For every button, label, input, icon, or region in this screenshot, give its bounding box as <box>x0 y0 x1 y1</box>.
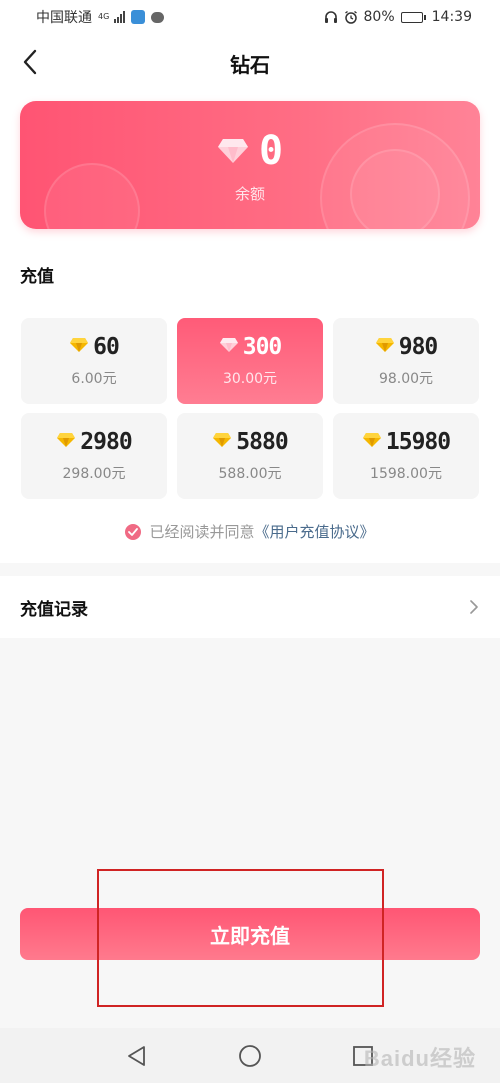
agreement-text: 已经阅读并同意 <box>149 523 255 541</box>
agreement-row: 已经阅读并同意 《用户充值协议》 <box>0 521 500 542</box>
package-amount: 300 <box>242 334 283 360</box>
header: 钻石 <box>0 36 500 88</box>
alarm-icon <box>344 10 357 24</box>
package-price: 98.00元 <box>378 371 434 387</box>
page-title: 钻石 <box>230 53 270 77</box>
chevron-right-icon <box>470 600 478 614</box>
balance-row: 0 <box>20 127 480 175</box>
package-price: 30.00元 <box>222 371 278 387</box>
pink-diamond-icon <box>219 337 239 357</box>
app-notification-icon <box>131 10 145 24</box>
package-amount: 980 <box>398 334 439 360</box>
check-icon <box>128 527 139 536</box>
gold-diamond-icon <box>362 432 382 452</box>
package-option[interactable]: 980 98.00元 <box>333 318 479 404</box>
signal-icon <box>114 11 125 23</box>
package-option[interactable]: 5880 588.00元 <box>177 413 323 499</box>
package-option[interactable]: 15980 1598.00元 <box>333 413 479 499</box>
nav-back-button[interactable] <box>117 1036 157 1076</box>
package-top: 980 <box>333 334 479 360</box>
balance-label: 余额 <box>234 185 265 203</box>
bottom-panel: 立即充值 <box>0 908 500 960</box>
status-right: 80% 14:39 <box>324 9 472 25</box>
clock: 14:39 <box>431 9 472 25</box>
circle-home-icon <box>239 1044 261 1067</box>
package-top: 60 <box>21 334 167 360</box>
message-notification-icon <box>151 11 164 23</box>
package-amount: 2980 <box>80 429 132 455</box>
package-amount: 60 <box>93 334 120 360</box>
status-left: 中国联通 4G <box>36 7 164 27</box>
recharge-now-button[interactable]: 立即充值 <box>20 908 480 960</box>
diamond-icon <box>217 139 248 163</box>
package-option[interactable]: 2980 298.00元 <box>21 413 167 499</box>
package-amount: 15980 <box>385 429 451 455</box>
package-price: 1598.00元 <box>370 466 442 482</box>
agreement-checkbox[interactable] <box>125 523 142 540</box>
package-option[interactable]: 60 6.00元 <box>21 318 167 404</box>
gold-diamond-icon <box>69 337 89 357</box>
status-bar: 中国联通 4G 80% 14:39 <box>0 0 500 34</box>
package-amount: 5880 <box>236 429 288 455</box>
package-top: 15980 <box>333 429 479 455</box>
battery-percent: 80% <box>363 9 395 25</box>
carrier-name: 中国联通 <box>36 10 92 26</box>
package-top: 300 <box>177 334 323 360</box>
headphone-icon <box>324 11 337 23</box>
gold-diamond-icon <box>375 337 395 357</box>
recharge-section-title: 充值 <box>20 267 54 287</box>
recharge-records-row[interactable]: 充值记录 <box>0 576 500 638</box>
package-price: 6.00元 <box>71 371 117 387</box>
network-type: 4G <box>98 12 110 21</box>
balance-value: 0 <box>258 128 284 174</box>
package-top: 2980 <box>21 429 167 455</box>
package-option[interactable]: 300 30.00元 <box>177 318 323 404</box>
nav-home-button[interactable] <box>230 1036 270 1076</box>
agreement-link[interactable]: 《用户充值协议》 <box>255 521 375 542</box>
triangle-back-icon <box>127 1045 145 1066</box>
watermark: Baidu经验 <box>363 1046 476 1071</box>
package-top: 5880 <box>177 429 323 455</box>
system-nav-bar: Baidu经验 <box>0 1028 500 1083</box>
gold-diamond-icon <box>212 432 232 452</box>
battery-icon <box>400 11 426 23</box>
package-price: 298.00元 <box>62 466 126 482</box>
package-price: 588.00元 <box>218 466 282 482</box>
gold-diamond-icon <box>56 432 76 452</box>
recharge-records-label: 充值记录 <box>20 599 88 620</box>
balance-card: 0 余额 <box>20 101 480 229</box>
